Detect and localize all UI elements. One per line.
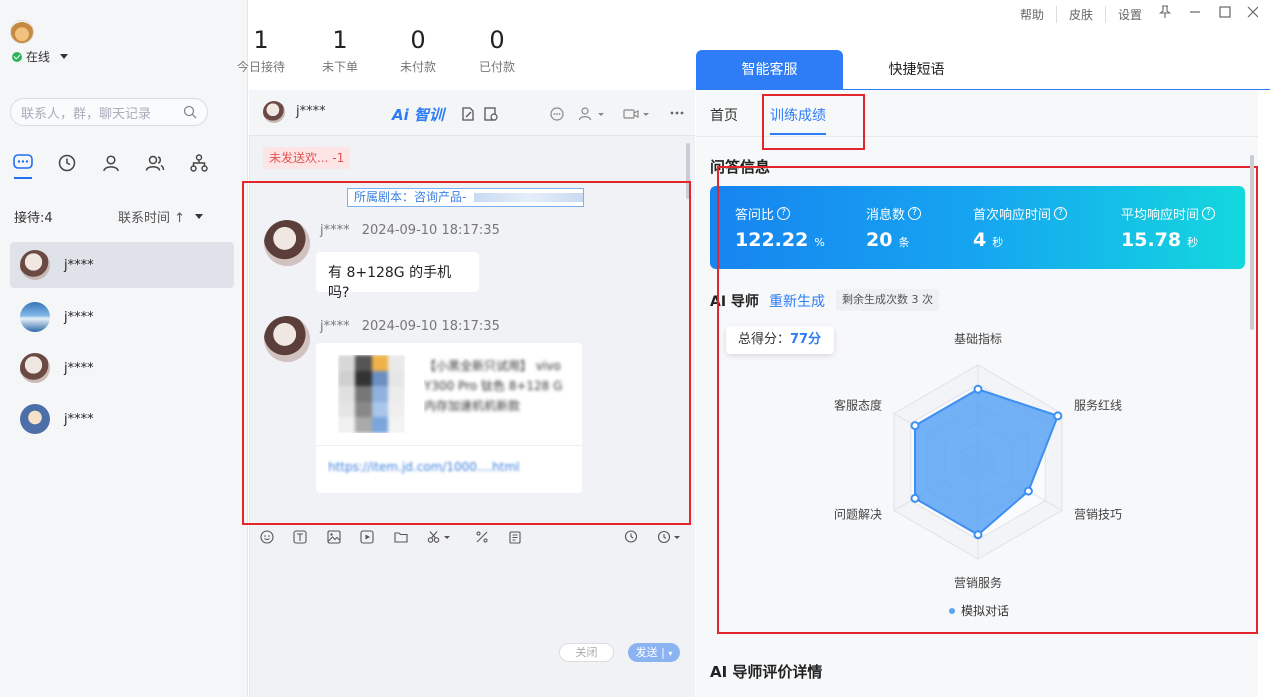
tab-groups[interactable] <box>144 152 166 174</box>
tab-smart-service[interactable]: 智能客服 <box>696 50 843 90</box>
settings-link[interactable]: 设置 <box>1106 6 1154 23</box>
stat-label: 今日接待 <box>236 60 285 74</box>
highlight-box-subtab <box>762 94 865 150</box>
stat-value: 1 <box>253 26 269 54</box>
close-chat-button[interactable]: 关闭 <box>559 643 614 662</box>
folder-icon[interactable] <box>394 530 408 544</box>
order-icon[interactable] <box>508 530 522 544</box>
group-icon <box>145 155 165 171</box>
contact-name: j**** <box>64 309 94 325</box>
tab-history[interactable] <box>56 152 78 174</box>
stat-not-ordered[interactable]: 1 未下单 <box>300 26 380 75</box>
clock-dropdown-icon[interactable] <box>657 530 683 544</box>
ai-evaluation-title: AI 导师评价详情 <box>710 663 823 681</box>
person-icon <box>103 155 119 172</box>
contact-avatar <box>20 353 50 383</box>
more-horizontal-icon[interactable] <box>670 110 684 116</box>
skin-link[interactable]: 皮肤 <box>1057 6 1107 23</box>
video-icon[interactable] <box>360 530 374 544</box>
contact-item[interactable]: j**** <box>10 345 234 391</box>
tab-chat[interactable] <box>12 152 34 174</box>
status-label: 在线 <box>26 50 51 64</box>
send-label: 发送 | <box>635 646 665 659</box>
stat-today-reception[interactable]: 1 今日接待 <box>221 26 301 75</box>
stat-value: 0 <box>410 26 426 54</box>
contact-item[interactable]: j**** <box>10 396 234 442</box>
contact-avatar <box>20 404 50 434</box>
chat-avatar[interactable] <box>263 101 285 123</box>
sort-label: 联系时间 ↑ <box>118 211 186 226</box>
reception-count: 接待:4 <box>14 211 53 226</box>
stat-label: 未下单 <box>321 60 358 74</box>
highlight-box-chat <box>242 181 691 525</box>
stat-value: 0 <box>489 26 505 54</box>
contact-name: j**** <box>64 411 94 427</box>
discount-icon[interactable] <box>475 530 489 544</box>
stat-value: 1 <box>332 26 348 54</box>
contact-item[interactable]: j**** <box>10 242 234 288</box>
highlight-box-training <box>717 166 1258 634</box>
text-format-icon[interactable] <box>293 530 307 544</box>
sort-dropdown[interactable]: 联系时间 ↑ <box>118 207 204 226</box>
stat-label: 已付款 <box>478 60 515 74</box>
contact-name: j**** <box>64 360 94 376</box>
scissors-icon[interactable] <box>427 530 453 544</box>
org-chart-icon <box>190 154 208 172</box>
document-icon[interactable] <box>483 106 499 122</box>
tab-organization[interactable] <box>188 152 210 174</box>
chat-contact-name: j**** <box>296 104 326 119</box>
edit-note-icon[interactable] <box>460 106 476 122</box>
contact-avatar <box>20 250 50 280</box>
maximize-icon[interactable] <box>1218 5 1232 19</box>
subtab-home[interactable]: 首页 <box>710 105 738 125</box>
search-placeholder: 联系人，群，聊天记录 <box>21 106 152 122</box>
ai-train-button[interactable]: Ai 智训 <box>392 104 444 125</box>
sidebar-icon-tabs <box>12 152 210 174</box>
emoji-icon[interactable] <box>260 530 274 544</box>
video-call-icon[interactable] <box>623 106 651 122</box>
contact-name: j**** <box>64 257 94 273</box>
more-circle-icon[interactable] <box>549 106 565 122</box>
window-edge <box>1258 0 1280 697</box>
online-check-icon <box>12 51 22 62</box>
contact-item[interactable]: j**** <box>10 294 234 340</box>
contact-avatar <box>20 302 50 332</box>
send-dropdown-icon[interactable]: ▾ <box>668 649 672 658</box>
send-button[interactable]: 发送 | ▾ <box>628 643 680 662</box>
chat-icon <box>13 154 33 169</box>
user-avatar[interactable] <box>10 20 34 44</box>
tab-bar-line <box>696 89 1270 90</box>
help-link[interactable]: 帮助 <box>1008 6 1058 23</box>
chevron-down-icon <box>195 214 204 219</box>
chat-history-icon[interactable] <box>624 530 638 544</box>
minimize-icon[interactable] <box>1188 5 1202 19</box>
search-input[interactable]: 联系人，群，聊天记录 <box>10 98 208 126</box>
clock-icon <box>58 154 76 172</box>
chevron-down-icon <box>60 54 69 59</box>
tab-contacts[interactable] <box>100 152 122 174</box>
stat-unpaid[interactable]: 0 未付款 <box>378 26 458 75</box>
window-controls: 帮助 皮肤 设置 <box>1008 6 1154 23</box>
active-tab-indicator <box>14 177 32 179</box>
search-icon <box>183 105 197 119</box>
tab-quick-phrases[interactable]: 快捷短语 <box>843 50 990 90</box>
online-status-dropdown[interactable]: 在线 <box>12 48 69 65</box>
image-icon[interactable] <box>327 530 341 544</box>
pin-icon[interactable] <box>1158 5 1172 19</box>
unsent-welcome-badge[interactable]: 未发送欢... -1 <box>263 147 351 169</box>
stat-label: 未付款 <box>399 60 436 74</box>
transfer-user-icon[interactable] <box>578 106 606 122</box>
stat-paid[interactable]: 0 已付款 <box>457 26 537 75</box>
right-scrollbar[interactable] <box>1250 155 1254 330</box>
